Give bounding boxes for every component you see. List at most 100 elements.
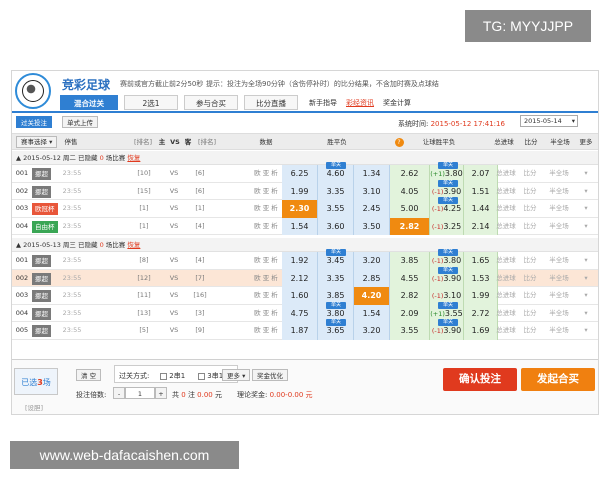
half-full-select[interactable]: 半全场 bbox=[546, 218, 572, 236]
chevron-down-icon[interactable]: ▾ bbox=[580, 305, 592, 323]
multiplier-plus-button[interactable]: + bbox=[155, 387, 167, 399]
rq-odds-cell[interactable]: 1.99 bbox=[464, 287, 498, 305]
rq-odds-cell[interactable]: 2.72 bbox=[464, 304, 498, 322]
tab-mixed-parlay[interactable]: 混合过关 bbox=[60, 95, 118, 110]
spf-odds-cell[interactable]: 3.55 bbox=[318, 200, 354, 218]
rq-odds-cell[interactable]: 1.44 bbox=[464, 200, 498, 218]
score-select[interactable]: 比分 bbox=[522, 218, 538, 236]
league-badge[interactable]: 挪超 bbox=[32, 185, 51, 198]
rq-odds-cell[interactable]: 4.05 bbox=[390, 182, 430, 200]
data-links[interactable]: 欧 亚 析 bbox=[252, 218, 280, 236]
tab-live-score[interactable]: 比分直播 bbox=[244, 95, 298, 110]
single-upload-button[interactable]: 单式上传 bbox=[62, 116, 98, 128]
restore-link[interactable]: 恢复 bbox=[127, 241, 140, 249]
chevron-down-icon[interactable]: ▾ bbox=[580, 200, 592, 218]
rq-odds-cell[interactable]: 3.85 bbox=[390, 252, 430, 270]
spf-odds-cell[interactable]: 1.54 bbox=[354, 304, 390, 322]
chevron-down-icon[interactable]: ▾ bbox=[580, 322, 592, 340]
spf-odds-cell[interactable]: 3.20 bbox=[354, 322, 390, 340]
spf-odds-cell[interactable]: 3.50 bbox=[354, 217, 390, 235]
spf-odds-cell[interactable]: 1.60 bbox=[282, 287, 318, 305]
spf-odds-cell[interactable]: 1.92 bbox=[282, 252, 318, 270]
chevron-down-icon[interactable]: ▾ bbox=[580, 252, 592, 270]
rq-odds-cell[interactable]: (-1)3.25 bbox=[430, 217, 464, 235]
rq-odds-cell[interactable]: 1.69 bbox=[464, 322, 498, 340]
goals-select[interactable]: 总进球 bbox=[494, 218, 518, 236]
goals-select[interactable]: 总进球 bbox=[494, 270, 518, 288]
match-filter-select[interactable]: 赛事选择 ▾ bbox=[16, 136, 58, 148]
league-badge[interactable]: 挪超 bbox=[32, 168, 51, 180]
chevron-down-icon[interactable]: ▾ bbox=[580, 218, 592, 236]
league-badge[interactable]: 挪超 bbox=[32, 290, 51, 302]
rq-odds-cell[interactable]: 3.55 bbox=[390, 322, 430, 340]
score-select[interactable]: 比分 bbox=[522, 305, 538, 323]
data-links[interactable]: 欧 亚 析 bbox=[252, 270, 280, 288]
score-select[interactable]: 比分 bbox=[522, 270, 538, 288]
spf-odds-cell[interactable]: 3.35 bbox=[318, 182, 354, 200]
tab-two-choose-one[interactable]: 2选1 bbox=[124, 95, 178, 110]
score-select[interactable]: 比分 bbox=[522, 322, 538, 340]
spf-odds-cell[interactable]: 4.20 bbox=[354, 287, 390, 305]
data-links[interactable]: 欧 亚 析 bbox=[252, 287, 280, 305]
goals-select[interactable]: 总进球 bbox=[494, 322, 518, 340]
data-links[interactable]: 欧 亚 析 bbox=[252, 322, 280, 340]
league-badge[interactable]: 挪超 bbox=[32, 255, 51, 267]
set-banker-link[interactable]: [设胆] bbox=[25, 402, 43, 412]
spf-odds-cell[interactable]: 1.87 bbox=[282, 322, 318, 340]
half-full-select[interactable]: 半全场 bbox=[546, 200, 572, 218]
collapse-icon[interactable]: ▲ bbox=[16, 154, 21, 162]
rq-odds-cell[interactable]: 5.00 bbox=[390, 200, 430, 218]
goals-select[interactable]: 总进球 bbox=[494, 287, 518, 305]
clear-button[interactable]: 清 空 bbox=[76, 369, 102, 381]
rq-odds-cell[interactable]: 2.14 bbox=[464, 217, 498, 235]
more-options-button[interactable]: 更多 ▾ bbox=[222, 369, 251, 381]
half-full-select[interactable]: 半全场 bbox=[546, 165, 572, 183]
spf-odds-cell[interactable]: 1.34 bbox=[354, 165, 390, 183]
rq-odds-cell[interactable]: 1.51 bbox=[464, 182, 498, 200]
half-full-select[interactable]: 半全场 bbox=[546, 305, 572, 323]
link-prize-calc[interactable]: 奖金计算 bbox=[383, 98, 411, 108]
league-badge[interactable]: 自由杯 bbox=[32, 220, 58, 233]
date-select[interactable]: 2015-05-14 bbox=[520, 115, 578, 127]
confirm-bet-button[interactable]: 确认投注 bbox=[443, 368, 517, 391]
goals-select[interactable]: 总进球 bbox=[494, 183, 518, 201]
date-group-header[interactable]: ▲ 2015-05-13 周三 已隐藏 0 场比赛 恢复 bbox=[12, 238, 598, 252]
rq-odds-cell[interactable]: 4.55 bbox=[390, 269, 430, 287]
spf-odds-cell[interactable]: 2.45 bbox=[354, 200, 390, 218]
data-links[interactable]: 欧 亚 析 bbox=[252, 200, 280, 218]
help-icon[interactable]: ? bbox=[394, 134, 404, 151]
link-news[interactable]: 彩经资讯 bbox=[346, 98, 374, 108]
half-full-select[interactable]: 半全场 bbox=[546, 287, 572, 305]
half-full-select[interactable]: 半全场 bbox=[546, 270, 572, 288]
multiplier-minus-button[interactable]: - bbox=[113, 387, 125, 399]
rq-odds-cell[interactable]: 1.65 bbox=[464, 252, 498, 270]
spf-odds-cell[interactable]: 2.12 bbox=[282, 269, 318, 287]
league-badge[interactable]: 欧冠杯 bbox=[32, 203, 58, 215]
rq-odds-cell[interactable]: 2.82 bbox=[390, 217, 430, 235]
score-select[interactable]: 比分 bbox=[522, 252, 538, 270]
spf-odds-cell[interactable]: 3.20 bbox=[354, 252, 390, 270]
half-full-select[interactable]: 半全场 bbox=[546, 252, 572, 270]
data-links[interactable]: 欧 亚 析 bbox=[252, 183, 280, 201]
rq-odds-cell[interactable]: 1.53 bbox=[464, 269, 498, 287]
chevron-down-icon[interactable]: ▾ bbox=[580, 287, 592, 305]
chevron-down-icon[interactable]: ▾ bbox=[580, 165, 592, 183]
spf-odds-cell[interactable]: 3.10 bbox=[354, 182, 390, 200]
spf-odds-cell[interactable]: 6.25 bbox=[282, 165, 318, 183]
chevron-down-icon[interactable]: ▾ bbox=[580, 270, 592, 288]
launch-group-buy-button[interactable]: 发起合买 bbox=[521, 368, 595, 391]
spf-odds-cell[interactable]: 3.60 bbox=[318, 217, 354, 235]
prize-optimize-button[interactable]: 奖金优化 bbox=[252, 369, 288, 381]
multiplier-input[interactable]: 1 bbox=[125, 387, 155, 399]
spf-odds-cell[interactable]: 3.35 bbox=[318, 269, 354, 287]
rq-odds-cell[interactable]: 2.09 bbox=[390, 304, 430, 322]
rq-odds-cell[interactable]: 2.82 bbox=[390, 287, 430, 305]
rq-odds-cell[interactable]: 2.62 bbox=[390, 165, 430, 183]
league-badge[interactable]: 挪超 bbox=[32, 272, 51, 285]
data-links[interactable]: 欧 亚 析 bbox=[252, 305, 280, 323]
goals-select[interactable]: 总进球 bbox=[494, 165, 518, 183]
data-links[interactable]: 欧 亚 析 bbox=[252, 165, 280, 183]
score-select[interactable]: 比分 bbox=[522, 183, 538, 201]
league-badge[interactable]: 挪超 bbox=[32, 325, 51, 337]
data-links[interactable]: 欧 亚 析 bbox=[252, 252, 280, 270]
